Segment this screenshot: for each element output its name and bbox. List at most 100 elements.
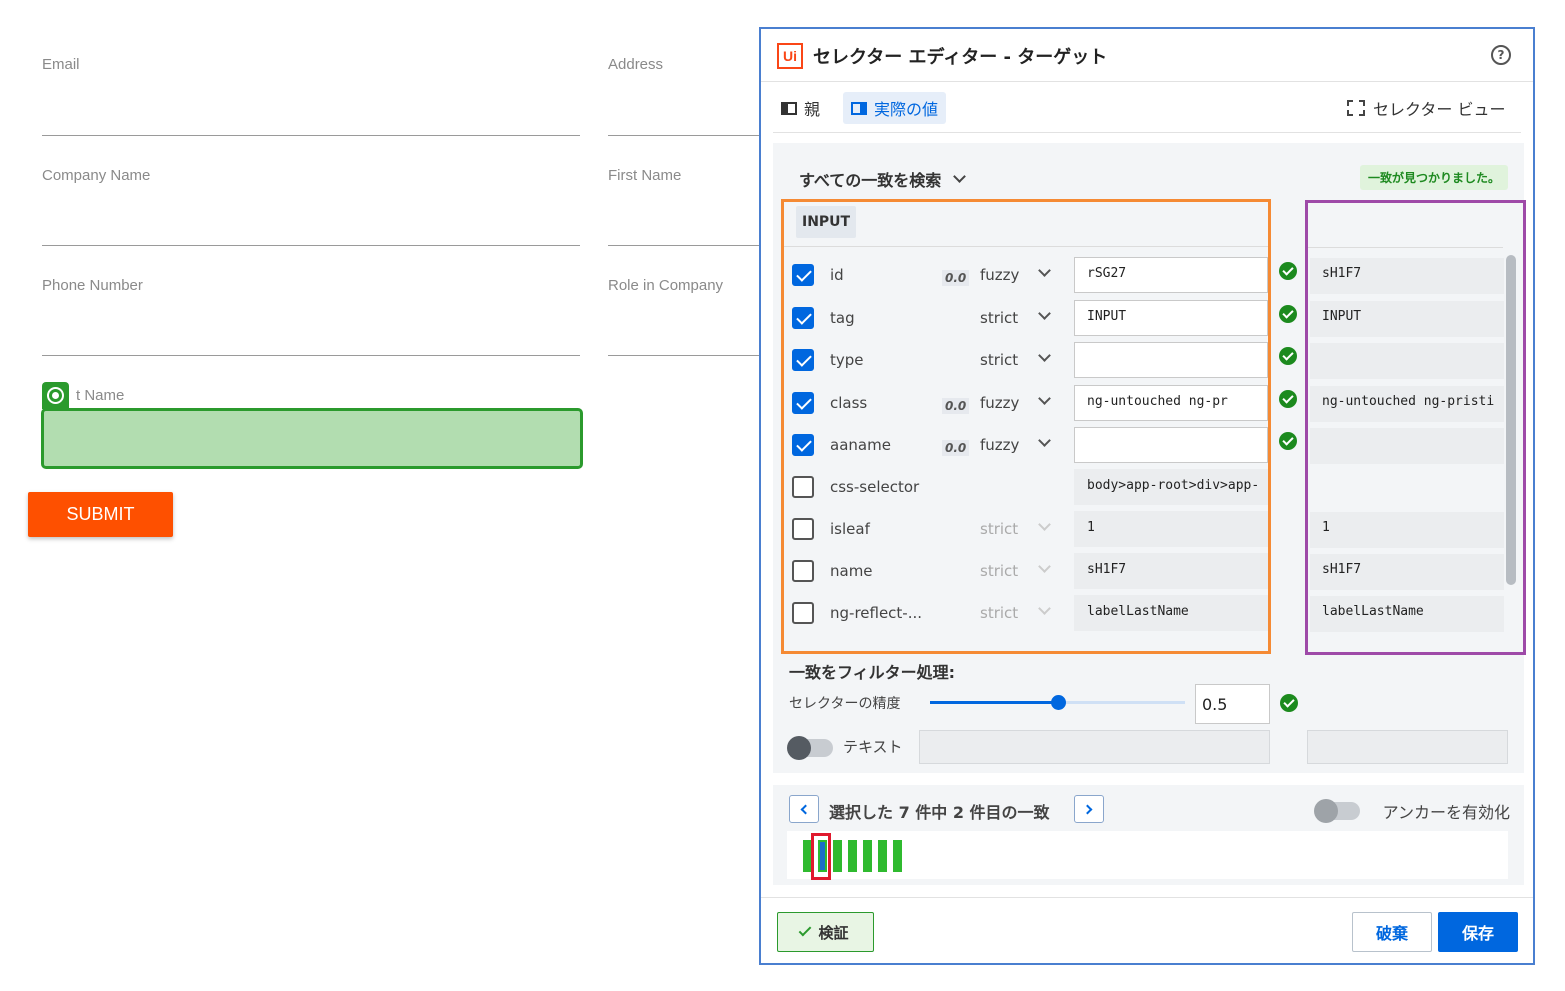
selected-match-outline: [811, 833, 831, 880]
actual-value-field: sH1F7: [1310, 554, 1504, 590]
chevron-down-icon[interactable]: [1038, 264, 1051, 277]
attribute-name: aaname: [830, 436, 891, 454]
anchor-toggle[interactable]: [1314, 799, 1360, 823]
match-bar[interactable]: [848, 840, 857, 872]
valid-check-icon: [1279, 390, 1297, 408]
attribute-name: tag: [830, 309, 855, 327]
attribute-checkbox[interactable]: [792, 307, 814, 329]
match-counter: 選択した 7 件中 2 件目の一致: [829, 803, 1050, 822]
attribute-name: id: [830, 266, 844, 284]
attribute-value-input[interactable]: [1074, 342, 1268, 378]
match-found-badge: 一致が見つかりました。: [1359, 165, 1508, 190]
tab-selector-view[interactable]: セレクター ビュー: [1347, 92, 1505, 124]
scrollbar[interactable]: [1506, 255, 1516, 585]
attribute-checkbox[interactable]: [792, 264, 814, 286]
attributes-divider: [784, 246, 1268, 247]
precision-slider[interactable]: [930, 695, 1185, 710]
valid-check-icon: [1279, 262, 1297, 280]
match-navigation-panel: 選択した 7 件中 2 件目の一致 アンカーを有効化: [773, 785, 1524, 885]
text-filter-field[interactable]: [919, 730, 1270, 764]
attribute-row: class 0.0 fuzzy ng-untouched ng-pr: [784, 384, 1268, 422]
match-type[interactable]: fuzzy: [980, 266, 1019, 284]
last-name-label: t Name: [76, 387, 125, 404]
values-divider: [1308, 247, 1503, 248]
attribute-checkbox[interactable]: [792, 476, 814, 498]
phone-number-field[interactable]: [42, 355, 580, 356]
accuracy-badge: 0.0: [942, 440, 970, 456]
verify-button[interactable]: 検証: [777, 912, 874, 952]
chevron-down-icon[interactable]: [1038, 349, 1051, 362]
attribute-value-input[interactable]: INPUT: [1074, 300, 1268, 336]
phone-number-label: Phone Number: [42, 277, 143, 294]
attribute-checkbox[interactable]: [792, 602, 814, 624]
role-field[interactable]: [608, 355, 760, 356]
attribute-name: css-selector: [830, 478, 920, 496]
company-name-field[interactable]: [42, 245, 580, 246]
submit-button[interactable]: SUBMIT: [28, 492, 173, 537]
tab-divider: [773, 132, 1521, 133]
attribute-name: name: [830, 562, 873, 580]
chevron-down-icon[interactable]: [1038, 307, 1051, 320]
filter-title: 一致をフィルター処理:: [789, 663, 956, 682]
help-icon[interactable]: ?: [1491, 45, 1511, 65]
attribute-name: type: [830, 351, 864, 369]
save-button[interactable]: 保存: [1438, 912, 1518, 952]
attribute-checkbox[interactable]: [792, 434, 814, 456]
address-field[interactable]: [608, 135, 760, 136]
actual-value-field: 1: [1310, 512, 1504, 548]
text-toggle-label: テキスト: [843, 738, 903, 756]
match-type[interactable]: strict: [980, 351, 1018, 369]
first-name-field[interactable]: [608, 245, 760, 246]
dialog-title: セレクター エディター - ターゲット: [813, 47, 1108, 68]
chevron-down-icon[interactable]: [1038, 392, 1051, 405]
match-bar[interactable]: [878, 840, 887, 872]
valid-check-icon: [1279, 347, 1297, 365]
anchor-toggle-label: アンカーを有効化: [1382, 803, 1510, 822]
attribute-checkbox[interactable]: [792, 392, 814, 414]
attribute-row: ng-reflect-... strict labelLastName: [784, 594, 1268, 632]
precision-label: セレクターの精度: [789, 696, 901, 712]
last-name-field-highlighted[interactable]: [41, 408, 583, 469]
chevron-down-icon: [1038, 560, 1051, 573]
role-label: Role in Company: [608, 277, 724, 294]
chevron-right-icon: [1082, 804, 1093, 814]
attribute-value-input[interactable]: ng-untouched ng-pr: [1074, 385, 1268, 421]
search-all-dropdown[interactable]: すべての一致を検索: [799, 167, 967, 191]
discard-button[interactable]: 破棄: [1352, 912, 1432, 952]
match-type[interactable]: fuzzy: [980, 436, 1019, 454]
actual-value-field: sH1F7: [1310, 258, 1504, 294]
selector-editor-dialog: Ui セレクター エディター - ターゲット ? 親 実際の値 セレクター ビュ…: [759, 27, 1535, 965]
actual-value-field: ng-untouched ng-pristi: [1310, 386, 1504, 422]
tab-actual-values-label: 実際の値: [874, 100, 939, 119]
precision-input[interactable]: 0.5: [1195, 684, 1270, 724]
panel-left-icon: [781, 101, 797, 115]
chevron-down-icon: [1038, 518, 1051, 531]
match-type[interactable]: strict: [980, 309, 1018, 327]
slider-fill: [930, 701, 1058, 704]
text-toggle[interactable]: [787, 736, 833, 760]
attribute-checkbox[interactable]: [792, 518, 814, 540]
valid-check-icon: [1279, 432, 1297, 450]
match-type: strict: [980, 562, 1019, 580]
match-strip: [787, 831, 1508, 880]
match-bar[interactable]: [863, 840, 872, 872]
verify-label: 検証: [818, 923, 849, 942]
attribute-value-input[interactable]: rSG27: [1074, 257, 1268, 293]
attribute-row: aaname 0.0 fuzzy: [784, 426, 1268, 464]
dialog-header: Ui セレクター エディター - ターゲット: [777, 43, 1107, 69]
match-type[interactable]: fuzzy: [980, 394, 1019, 412]
attribute-value-input[interactable]: [1074, 427, 1268, 463]
chevron-down-icon[interactable]: [1038, 434, 1051, 447]
tab-actual-values[interactable]: 実際の値: [843, 92, 947, 124]
match-bar[interactable]: [833, 840, 842, 872]
tab-parent[interactable]: 親: [781, 92, 820, 124]
slider-handle[interactable]: [1050, 695, 1066, 710]
attribute-checkbox[interactable]: [792, 349, 814, 371]
email-field[interactable]: [42, 135, 580, 136]
match-bar[interactable]: [893, 840, 902, 872]
actual-value-field: [1310, 428, 1504, 464]
panel-right-icon: [851, 101, 867, 115]
next-match-button[interactable]: [1074, 795, 1104, 823]
prev-match-button[interactable]: [789, 795, 819, 823]
attribute-checkbox[interactable]: [792, 560, 814, 582]
